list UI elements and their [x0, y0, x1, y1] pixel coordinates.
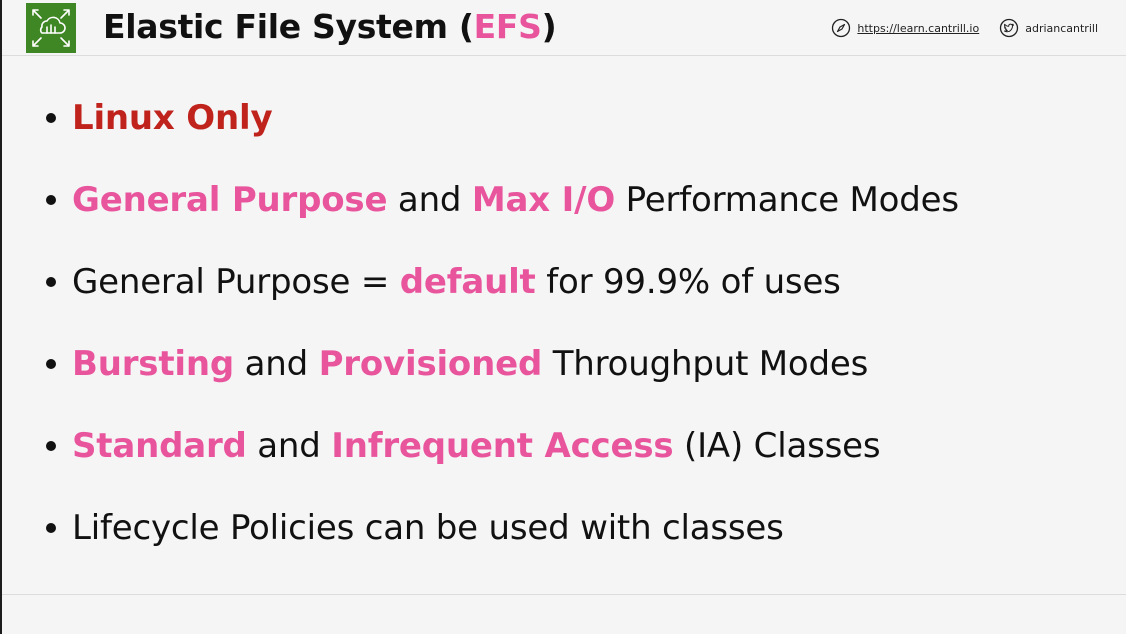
- twitter-link[interactable]: adriancantrill: [999, 18, 1098, 38]
- bullet-highlight: General Purpose: [72, 180, 388, 220]
- bullet-dot: [46, 523, 56, 533]
- bullet-highlight: Standard: [72, 426, 247, 466]
- title-end: ): [541, 7, 557, 46]
- website-url[interactable]: https://learn.cantrill.io: [857, 22, 979, 35]
- bullet-item: Linux Only: [42, 96, 959, 140]
- bullet-dot: [46, 277, 56, 287]
- header-links: https://learn.cantrill.io adriancantrill: [831, 17, 1098, 39]
- title-accent: EFS: [473, 7, 542, 46]
- website-link[interactable]: https://learn.cantrill.io: [831, 18, 979, 38]
- bullet-highlight: Max I/O: [471, 180, 616, 220]
- title-main: Elastic File System (: [103, 7, 474, 46]
- aws-efs-icon: [26, 3, 76, 53]
- bullet-text: (IA) Classes: [673, 426, 881, 466]
- bullet-text: Lifecycle Policies can be used with clas…: [72, 508, 784, 548]
- bullet-highlight: Infrequent Access: [331, 426, 674, 466]
- bullet-highlight: Linux Only: [72, 98, 273, 138]
- twitter-icon: [999, 18, 1019, 38]
- compass-icon: [831, 18, 851, 38]
- bullet-item: Bursting and Provisioned Throughput Mode…: [42, 342, 959, 386]
- page-title: Elastic File System (EFS): [103, 6, 557, 48]
- bullet-highlight: default: [399, 262, 536, 302]
- bullet-item: Lifecycle Policies can be used with clas…: [42, 506, 959, 550]
- slide-header: Elastic File System (EFS) https://learn.…: [2, 0, 1126, 56]
- bullet-dot: [46, 441, 56, 451]
- bullet-text: and: [246, 426, 332, 466]
- bullet-item: Standard and Infrequent Access (IA) Clas…: [42, 424, 959, 468]
- bullet-text: Performance Modes: [615, 180, 959, 220]
- bullet-highlight: Provisioned: [318, 344, 543, 384]
- bullet-dot: [46, 195, 56, 205]
- bullet-text: and: [233, 344, 319, 384]
- footer-divider: [2, 594, 1126, 595]
- bullet-dot: [46, 113, 56, 123]
- bullet-item: General Purpose = default for 99.9% of u…: [42, 260, 959, 304]
- bullet-text: for 99.9% of uses: [535, 262, 841, 302]
- slide: Elastic File System (EFS) https://learn.…: [0, 0, 1126, 634]
- bullet-dot: [46, 359, 56, 369]
- bullet-text: Throughput Modes: [542, 344, 869, 384]
- bullet-item: General Purpose and Max I/O Performance …: [42, 178, 959, 222]
- bullet-highlight: Bursting: [72, 344, 234, 384]
- bullet-text: General Purpose =: [72, 262, 400, 302]
- twitter-handle[interactable]: adriancantrill: [1025, 22, 1098, 35]
- bullet-list: Linux Only General Purpose and Max I/O Pe…: [42, 96, 959, 588]
- bullet-text: and: [387, 180, 472, 220]
